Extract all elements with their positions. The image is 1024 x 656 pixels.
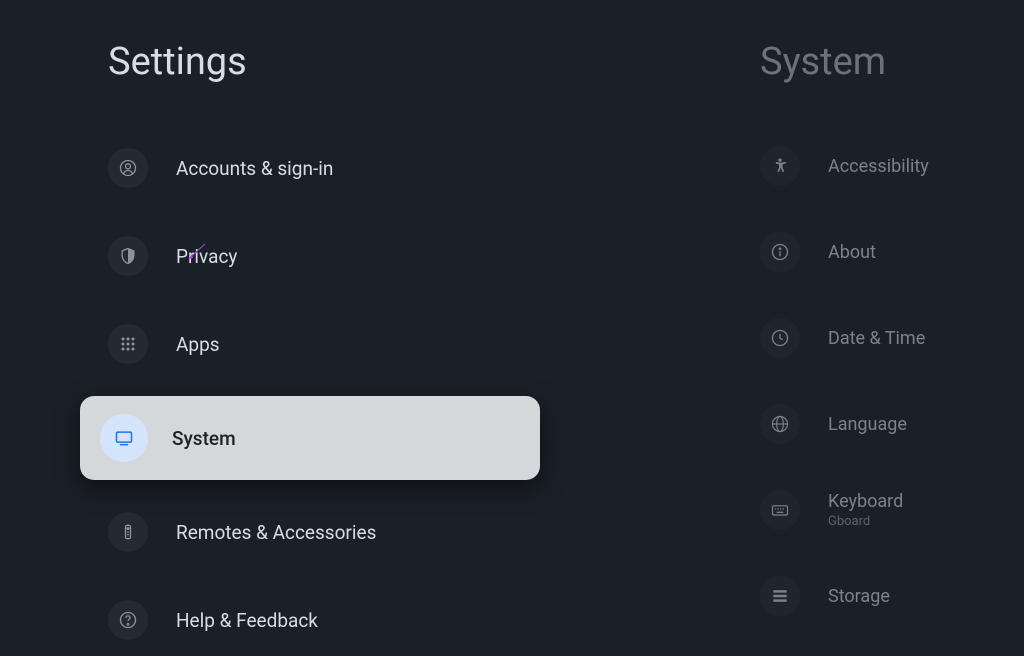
menu-item-text: Keyboard Gboard (828, 491, 903, 529)
menu-item-storage[interactable]: Storage (760, 562, 1024, 630)
system-title: System (760, 40, 1024, 84)
menu-item-label: Date & Time (828, 328, 925, 349)
menu-item-about[interactable]: About (760, 218, 1024, 286)
tv-icon (100, 414, 148, 462)
menu-item-system[interactable]: System (80, 396, 540, 480)
menu-item-label: About (828, 242, 876, 263)
menu-item-help[interactable]: Help & Feedback (108, 584, 660, 656)
menu-item-apps[interactable]: Apps (108, 308, 660, 380)
menu-item-label: Accounts & sign-in (176, 157, 333, 180)
account-icon (108, 148, 148, 188)
menu-item-sublabel: Gboard (828, 514, 903, 529)
menu-item-remotes[interactable]: Remotes & Accessories (108, 496, 660, 568)
remote-icon (108, 512, 148, 552)
settings-panel: Settings Accounts & sign-in Privacy Apps… (0, 0, 660, 636)
accessibility-icon (760, 146, 800, 186)
settings-title: Settings (108, 40, 660, 84)
menu-item-keyboard[interactable]: Keyboard Gboard (760, 476, 1024, 544)
shield-icon (108, 236, 148, 276)
clock-icon (760, 318, 800, 358)
menu-item-label: Accessibility (828, 156, 929, 177)
menu-item-privacy[interactable]: Privacy (108, 220, 660, 292)
storage-icon (760, 576, 800, 616)
menu-item-datetime[interactable]: Date & Time (760, 304, 1024, 372)
menu-item-label: Help & Feedback (176, 609, 318, 632)
menu-item-label: System (172, 427, 236, 450)
globe-icon (760, 404, 800, 444)
system-panel: System Accessibility About Date & Time L… (660, 0, 1024, 636)
menu-item-label: Language (828, 414, 907, 435)
menu-item-label: Storage (828, 586, 890, 607)
menu-item-accounts[interactable]: Accounts & sign-in (108, 132, 660, 204)
menu-item-language[interactable]: Language (760, 390, 1024, 458)
menu-item-label: Remotes & Accessories (176, 521, 376, 544)
keyboard-icon (760, 490, 800, 530)
help-icon (108, 600, 148, 640)
menu-item-accessibility[interactable]: Accessibility (760, 132, 1024, 200)
info-icon (760, 232, 800, 272)
menu-item-label: Apps (176, 333, 220, 356)
menu-item-label: Keyboard (828, 491, 903, 512)
apps-icon (108, 324, 148, 364)
menu-item-label: Privacy (176, 245, 237, 268)
